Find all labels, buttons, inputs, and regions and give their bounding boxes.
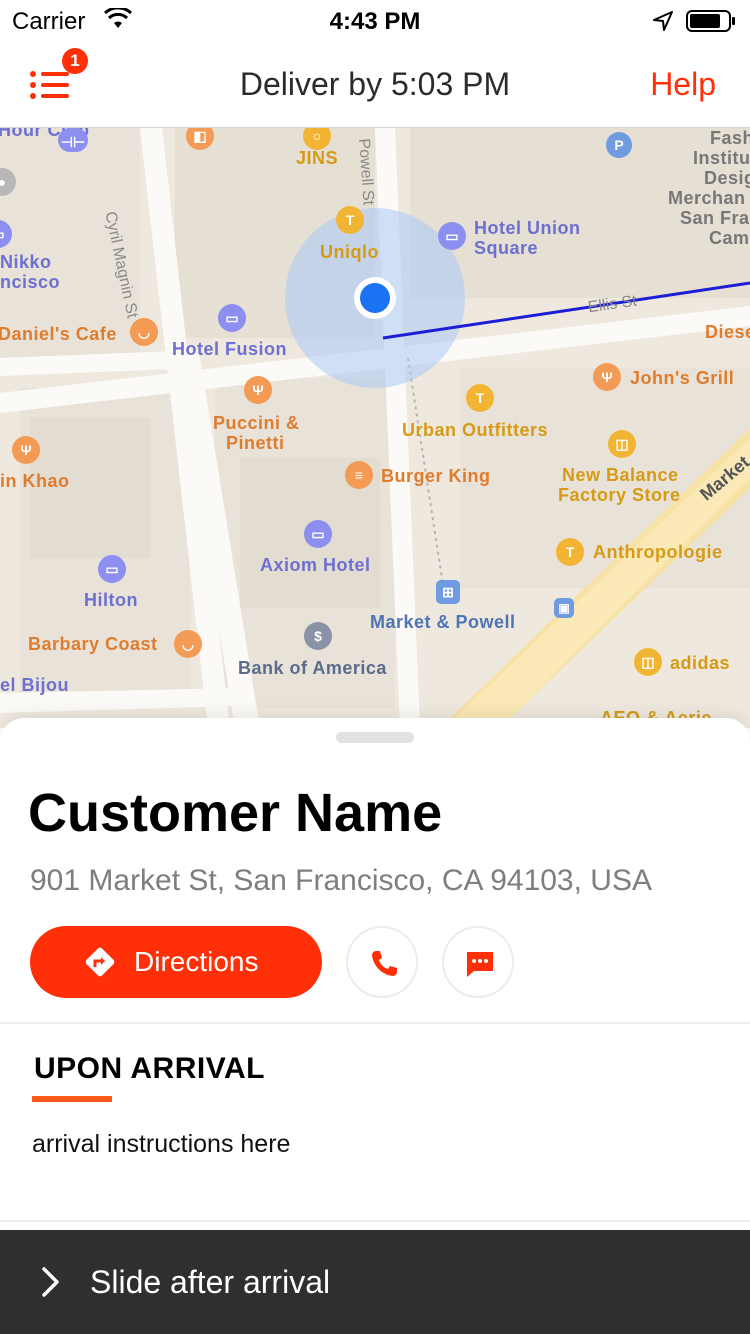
poi-ncisco[interactable]: ncisco <box>0 272 60 293</box>
poi-new-balance-line1[interactable]: New Balance <box>562 465 679 486</box>
chevron-right-icon <box>42 1267 59 1297</box>
message-button[interactable] <box>442 926 514 998</box>
poi-cam[interactable]: Cam <box>709 228 750 249</box>
poi-institu[interactable]: Institu <box>693 148 750 169</box>
hotel-pin-icon[interactable]: ▭ <box>218 304 246 332</box>
poi-in-khao[interactable]: in Khao <box>0 471 70 492</box>
hotel-pin-icon[interactable]: ▭ <box>438 222 466 250</box>
poi-new-balance-line2[interactable]: Factory Store <box>558 485 681 506</box>
location-arrow-icon <box>653 11 673 31</box>
cafe-pin-icon[interactable]: ◡ <box>174 630 202 658</box>
poi-hilton[interactable]: Hilton <box>84 590 138 611</box>
poi-daniels-cafe[interactable]: Daniel's Cafe <box>0 324 117 345</box>
poi-anthropologie[interactable]: Anthropologie <box>593 542 722 563</box>
status-bar: Carrier 4:43 PM <box>0 0 750 40</box>
restaurant-pin-icon[interactable]: Ψ <box>593 363 621 391</box>
cafe-pin-icon[interactable]: ◡ <box>130 318 158 346</box>
page-title: Deliver by 5:03 PM <box>239 66 511 102</box>
directions-label: Directions <box>134 946 259 977</box>
poi-hotel-union-square-line1[interactable]: Hotel Union <box>474 218 581 239</box>
poi-diese[interactable]: Diese <box>705 322 750 343</box>
directions-icon <box>85 947 115 977</box>
help-button[interactable]: Help <box>650 66 716 103</box>
poi-barbary-coast[interactable]: Barbary Coast <box>28 634 158 655</box>
clock-time: 4:43 PM <box>329 8 421 35</box>
poi-johns-grill[interactable]: John's Grill <box>630 368 734 389</box>
poi-puccini-line2[interactable]: Pinetti <box>226 433 285 454</box>
poi-puccini-line1[interactable]: Puccini & <box>213 413 300 434</box>
shopping-bag-pin-icon[interactable]: ◫ <box>608 430 636 458</box>
divider <box>0 1220 750 1222</box>
poi-uniqlo[interactable]: Uniqlo <box>320 242 379 263</box>
bus-stop-icon[interactable]: ▣ <box>554 598 574 618</box>
divider <box>0 1022 750 1024</box>
poi-desig[interactable]: Desig <box>704 168 750 189</box>
poi-el-bijou[interactable]: el Bijou <box>0 675 69 696</box>
slide-after-arrival-bar[interactable]: Slide after arrival <box>0 1230 750 1334</box>
map-view[interactable]: Cyril Magnin St Powell St Ellis St Marke… <box>0 128 750 728</box>
poi-axiom-hotel[interactable]: Axiom Hotel <box>260 555 371 576</box>
bank-pin-icon[interactable]: $ <box>304 622 332 650</box>
poi-jins[interactable]: JINS <box>296 148 338 169</box>
hotel-pin-icon[interactable]: ▭ <box>98 555 126 583</box>
sheet-grabber[interactable] <box>336 732 414 743</box>
nav-bar: 1 Deliver by 5:03 PM Help <box>0 40 750 128</box>
poi-burger-king[interactable]: Burger King <box>381 466 491 487</box>
poi-adidas[interactable]: adidas <box>670 653 730 674</box>
gym-pin-icon[interactable]: ⊣⊢ <box>58 128 88 152</box>
call-button[interactable] <box>346 926 418 998</box>
poi-nikko[interactable]: Nikko <box>0 252 52 273</box>
slide-label: Slide after arrival <box>90 1264 331 1300</box>
poi-fash[interactable]: Fash <box>710 128 750 149</box>
customer-name: Customer Name <box>28 783 443 843</box>
poi-market-powell[interactable]: Market & Powell <box>370 612 516 633</box>
upon-arrival-heading: UPON ARRIVAL <box>34 1052 265 1085</box>
shopping-bag-pin-icon[interactable]: ◫ <box>634 648 662 676</box>
burger-pin-icon[interactable]: ≡ <box>345 461 373 489</box>
delivery-address: 901 Market St, San Francisco, CA 94103, … <box>30 864 652 897</box>
parking-pin-icon[interactable]: P <box>606 132 632 158</box>
poi-hotel-fusion[interactable]: Hotel Fusion <box>172 339 287 360</box>
restaurant-pin-icon[interactable]: Ψ <box>244 376 272 404</box>
tram-stop-icon[interactable]: ⊞ <box>436 580 460 604</box>
heading-underline <box>32 1096 112 1102</box>
phone-icon <box>372 951 397 976</box>
restaurant-pin-icon[interactable]: Ψ <box>12 436 40 464</box>
battery-icon <box>686 10 735 32</box>
poi-urban-outfitters[interactable]: Urban Outfitters <box>402 420 548 441</box>
clothing-pin-icon[interactable]: T <box>556 538 584 566</box>
poi-hotel-union-square-line2[interactable]: Square <box>474 238 538 259</box>
arrival-instructions: arrival instructions here <box>32 1130 291 1158</box>
chat-bubble-icon <box>467 952 493 977</box>
directions-button[interactable]: Directions <box>30 926 322 998</box>
clothing-pin-icon[interactable]: T <box>336 206 364 234</box>
poi-san-fra[interactable]: San Fra <box>680 208 750 229</box>
poi-bank-of-america[interactable]: Bank of America <box>238 658 387 679</box>
poi-merchan[interactable]: Merchan <box>668 188 746 209</box>
clothing-pin-icon[interactable]: T <box>466 384 494 412</box>
hotel-pin-icon[interactable]: ▭ <box>304 520 332 548</box>
